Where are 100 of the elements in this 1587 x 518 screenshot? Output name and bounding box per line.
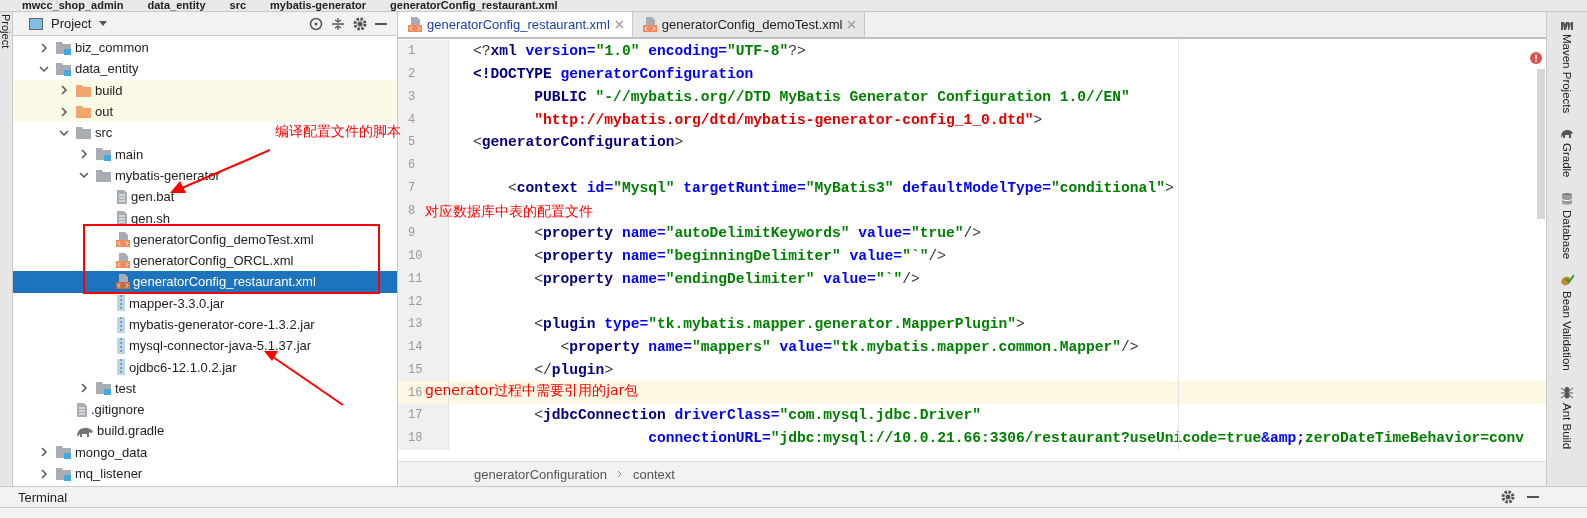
line-number: 2	[398, 62, 449, 86]
folder-icon	[76, 83, 92, 97]
settings-icon[interactable]	[1501, 490, 1515, 504]
code-line: <property name="beginningDelimiter" value="`"/>	[533, 248, 946, 265]
tree-item[interactable]: build.gradle	[13, 420, 165, 442]
archive-file-icon	[116, 359, 126, 376]
code-line: <property name="endingDelimiter" value="`"/>	[533, 270, 920, 287]
text-file-icon	[116, 211, 128, 225]
annotation-note: generator过程中需要引用的jar包	[425, 382, 639, 400]
line-number: 6	[398, 153, 449, 177]
tree-item[interactable]: test	[13, 377, 136, 400]
tool-window-tab[interactable]: Database	[1561, 191, 1573, 260]
archive-file-icon	[116, 295, 126, 312]
code-line: <!DOCTYPE generatorConfiguration	[473, 66, 754, 83]
tree-item[interactable]: biz_common	[13, 37, 149, 59]
code-line: <generatorConfiguration>	[473, 134, 684, 151]
panel-title[interactable]: Project	[51, 16, 92, 31]
line-number: 18	[398, 426, 449, 450]
line-number: 9	[398, 222, 449, 245]
tree-item[interactable]: ojdbc6-12.1.0.2.jar	[13, 356, 237, 378]
tree-item[interactable]: src	[13, 122, 113, 144]
ant-icon	[1560, 384, 1574, 399]
chevron-right-icon[interactable]	[79, 383, 89, 394]
tool-window-tab[interactable]: Maven Projects	[1560, 20, 1574, 114]
breadcrumb-item[interactable]: generatorConfiguration	[474, 466, 607, 482]
annotation-note: 编译配置文件的脚本	[275, 123, 401, 141]
tree-item[interactable]: generatorConfig_restaurant.xml	[13, 271, 397, 293]
tool-window-tab[interactable]: Gradle	[1560, 127, 1574, 178]
tree-item[interactable]: mysql-connector-java-5.1.37.jar	[13, 335, 312, 357]
chevron-right-icon[interactable]	[39, 447, 49, 458]
line-number: 10	[398, 244, 449, 268]
line-number: 1	[398, 40, 449, 63]
chevron-down-icon[interactable]	[59, 127, 69, 138]
tree-item[interactable]: gen.sh	[13, 207, 171, 229]
chevron-right-icon[interactable]	[79, 149, 89, 160]
code-line: <plugin type="tk.mybatis.mapper.generator.MapperPlugin">	[533, 316, 1025, 333]
caret-icon[interactable]	[99, 21, 108, 26]
close-icon[interactable]	[614, 20, 624, 29]
breadcrumb-item[interactable]: context	[633, 466, 675, 482]
tree-item[interactable]: mongo_data	[13, 441, 148, 463]
code-line: <property name="autoDelimitKeywords" value="true"/>	[533, 225, 981, 242]
project-tool-tab[interactable]: Project	[0, 14, 12, 49]
chevron-right-icon[interactable]	[39, 42, 49, 53]
settings-icon[interactable]	[353, 16, 367, 31]
elephant-icon	[1560, 127, 1574, 140]
tree-item[interactable]: generatorConfig_demoTest.xml	[13, 228, 314, 250]
archive-file-icon	[116, 316, 126, 333]
tree-item[interactable]: gen.bat	[13, 186, 175, 208]
line-number: 14	[398, 335, 449, 359]
tree-item[interactable]: build	[13, 79, 397, 101]
tree-item[interactable]: .gitignore	[13, 399, 145, 421]
tool-window-tab[interactable]: Ant Build	[1560, 384, 1574, 449]
tree-item[interactable]: mybatis-generator-core-1.3.2.jar	[13, 313, 315, 336]
tree-item[interactable]: mapper-3.3.0.jar	[13, 292, 225, 314]
error-icon	[1530, 52, 1542, 64]
code-line: connectionURL="jdbc:mysql://10.0.21.66:3306/restaurant?useUnicode=true&amp;zeroDateTimeBehavior=conv	[647, 430, 1524, 447]
code-line: <context id="Mysql" targetRuntime="MyBatis3" defaultModelType="conditional">	[507, 179, 1174, 196]
tree-item[interactable]: data_entity	[13, 58, 139, 80]
line-number: 3	[398, 85, 449, 109]
terminal-tab[interactable]: Terminal	[18, 489, 68, 505]
archive-file-icon	[116, 337, 126, 354]
tree-item[interactable]: mq_listener	[13, 462, 143, 485]
tree-item[interactable]: generatorConfig_ORCL.xml	[13, 249, 294, 272]
code-line: <jdbcConnection driverClass="com.mysql.jdbc.Driver"	[533, 407, 981, 424]
module-folder-icon	[56, 61, 72, 76]
chevron-right-icon[interactable]	[59, 85, 69, 96]
editor-tab[interactable]: generatorConfig_restaurant.xml	[398, 12, 633, 37]
chevron-down-icon[interactable]	[39, 63, 49, 74]
xml-file-icon	[408, 17, 422, 32]
module-folder-icon	[96, 147, 112, 162]
tree-item[interactable]: out	[13, 100, 397, 123]
folder-icon	[76, 126, 92, 140]
editor-tab[interactable]: generatorConfig_demoTest.xml	[632, 12, 866, 37]
chevron-down-icon[interactable]	[79, 170, 89, 181]
tree-item[interactable]: main	[13, 143, 144, 165]
tool-window-tab[interactable]: Bean Validation	[1560, 273, 1574, 371]
chevron-right-icon[interactable]	[59, 106, 69, 117]
collapse-icon[interactable]	[331, 16, 345, 31]
code-line: <?xml version="1.0" encoding="UTF-8"?>	[473, 43, 806, 60]
breadcrumb-item[interactable]: data_entity	[147, 0, 206, 11]
scrollbar[interactable]	[1537, 69, 1545, 219]
breadcrumb-item[interactable]: mwcc_shop_admin	[22, 0, 124, 11]
locate-icon[interactable]	[309, 16, 323, 31]
xml-file-icon	[116, 253, 130, 269]
text-file-icon	[76, 402, 88, 417]
folder-icon	[96, 168, 112, 182]
minimize-icon[interactable]	[1527, 495, 1539, 499]
breadcrumb-item[interactable]: mybatis-generator	[270, 0, 367, 11]
bean-check-icon	[1560, 273, 1574, 288]
breadcrumb-item[interactable]: generatorConfig_restaurant.xml	[390, 0, 558, 11]
line-number: 12	[398, 290, 449, 313]
database-icon	[1561, 191, 1573, 206]
chevron-right-icon[interactable]	[39, 468, 49, 479]
line-number: 15	[398, 358, 449, 382]
xml-file-icon	[642, 17, 657, 32]
xml-file-icon	[116, 231, 130, 247]
breadcrumb-item[interactable]: src	[229, 0, 247, 11]
line-number: 11	[398, 267, 449, 291]
code-line: <property name="mappers" value="tk.mybatis.mapper.common.Mapper"/>	[559, 339, 1139, 356]
line-number: 7	[398, 176, 449, 200]
